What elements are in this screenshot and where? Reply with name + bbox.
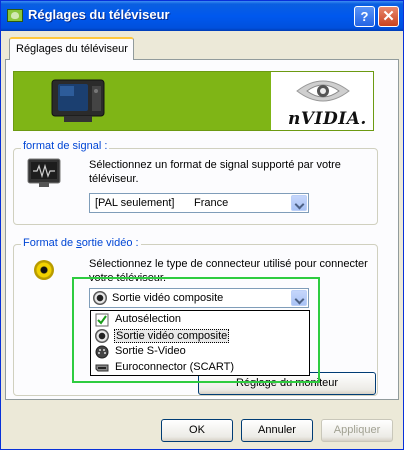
rca-connector-icon [34, 260, 54, 280]
close-button[interactable]: ✕ [378, 6, 399, 27]
signal-country-value: France [194, 197, 229, 209]
video-output-legend: Format de sortie vidéo : [21, 237, 141, 249]
ok-button[interactable]: OK [161, 419, 233, 442]
window-title: Réglages du téléviseur [28, 7, 170, 22]
help-button[interactable]: ? [354, 6, 375, 27]
dialog-window: Réglages du téléviseur ? ✕ Réglages du t… [0, 0, 404, 450]
signal-format-value: [PAL seulement] [95, 197, 175, 209]
title-bar[interactable]: Réglages du téléviseur ? ✕ [1, 1, 403, 31]
tv-icon [51, 79, 105, 122]
nvidia-eye-icon [296, 80, 350, 102]
signal-format-description: Sélectionnez un format de signal support… [89, 159, 341, 185]
signal-format-legend: format de signal : [21, 140, 110, 152]
nvidia-banner: nVIDIA. [13, 71, 374, 131]
app-icon [7, 9, 23, 22]
signal-format-select[interactable]: [PAL seulement] France [89, 193, 309, 213]
chevron-down-icon[interactable] [291, 195, 307, 211]
cancel-button[interactable]: Annuler [241, 419, 313, 442]
monitor-icon [27, 158, 61, 187]
tab-tv-settings[interactable]: Réglages du téléviseur [9, 37, 134, 60]
apply-button[interactable]: Appliquer [321, 419, 393, 442]
highlight-box [72, 277, 320, 383]
nvidia-logo-text: nVIDIA. [288, 109, 367, 129]
